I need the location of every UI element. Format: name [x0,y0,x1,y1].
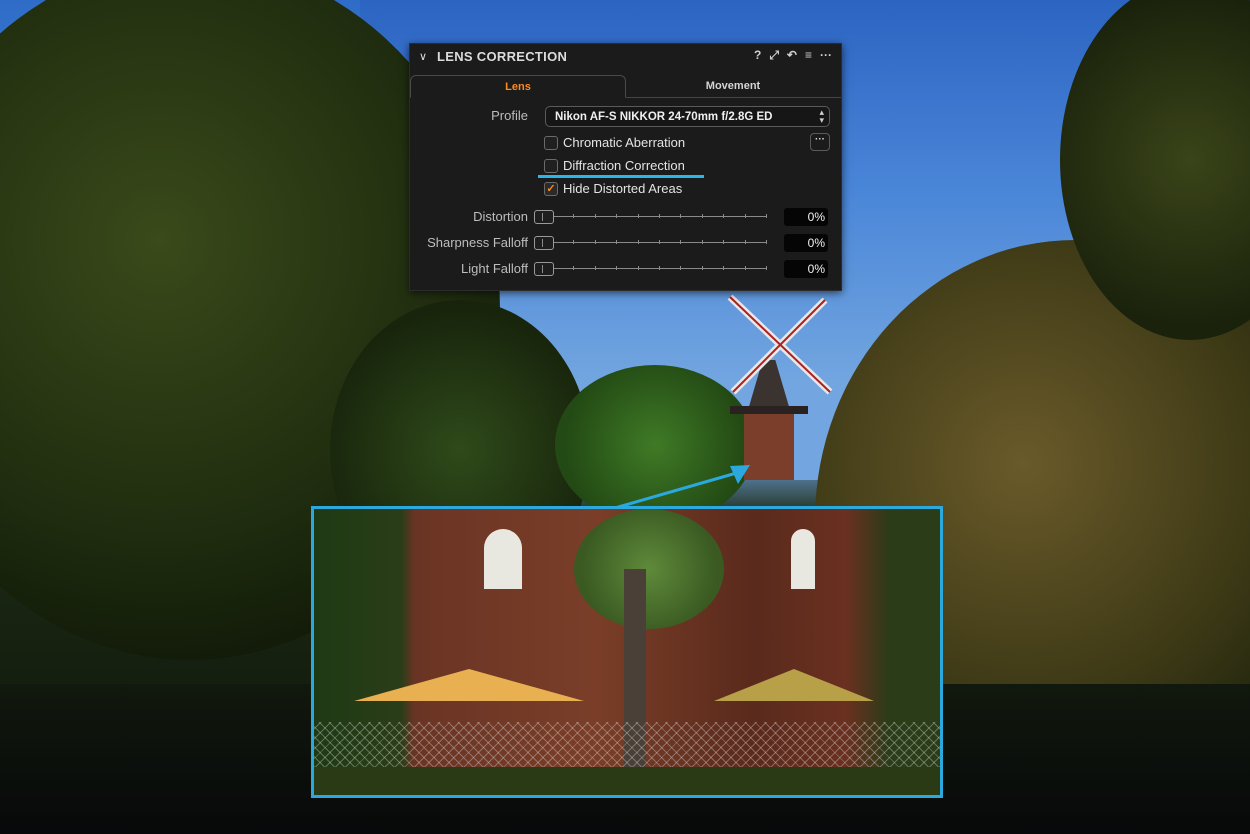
slider-tick [680,266,682,270]
sharpness-falloff-slider[interactable] [534,236,767,250]
slider-knob[interactable] [534,262,554,276]
slider-tick [744,266,746,270]
distortion-slider[interactable] [534,210,767,224]
slider-tick [637,266,639,270]
hide-distorted-areas-label: Hide Distorted Areas [563,181,683,196]
profile-value: Nikon AF-S NIKKOR 24-70mm f/2.8G ED [555,110,773,123]
slider-tick [594,214,596,218]
profile-label: Profile [491,108,528,123]
distortion-label: Distortion [473,209,528,224]
slider-tick [680,240,682,244]
slider-tick [701,266,703,270]
slider-tick [766,214,767,218]
collapse-chevron-icon[interactable]: ∨ [419,50,431,63]
sharpness-falloff-label: Sharpness Falloff [427,235,528,250]
slider-tick [573,266,575,270]
fence [314,722,940,767]
slider-tick [701,214,703,218]
grass [314,767,940,795]
slider-tick [766,266,767,270]
panel-header[interactable]: ∨ LENS CORRECTION ? ⤢ ↶ ≡ ··· [410,44,841,68]
slider-tick [744,240,746,244]
select-arrows-icon: ▴ ▾ [819,107,824,125]
more-icon[interactable]: ··· [820,48,832,63]
distortion-value[interactable]: 0% [784,208,828,226]
zoom-inset [311,506,943,798]
window [791,529,815,589]
hide-distorted-areas-checkbox[interactable]: ✓ [544,182,558,196]
panel-tools: ? ⤢ ↶ ≡ ··· [754,48,832,63]
tab-lens[interactable]: Lens [410,75,626,98]
slider-tick [594,266,596,270]
windmill-sails [727,294,833,395]
highlight-underline [538,175,704,178]
slider-tick [659,214,660,218]
panel-title: LENS CORRECTION [437,48,568,64]
slider-tick [573,240,575,244]
light-falloff-label: Light Falloff [461,261,528,276]
slider-tick [659,240,660,244]
slider-tick [680,214,682,218]
slider-tick [594,240,596,244]
slider-tick [766,240,767,244]
slider-tick [616,240,618,244]
chromatic-aberration-label: Chromatic Aberration [563,135,686,150]
tab-movement[interactable]: Movement [626,75,840,97]
slider-tick [637,240,639,244]
window [484,529,522,589]
slider-tick [573,214,575,218]
chromatic-aberration-checkbox[interactable] [544,136,558,150]
reset-icon[interactable]: ↶ [787,48,797,63]
more-options-button[interactable]: ··· [810,133,830,151]
slider-tick [659,266,660,270]
menu-icon[interactable]: ≡ [805,48,812,63]
checkmark-icon: ✓ [546,183,556,195]
light-falloff-slider[interactable] [534,262,767,276]
slider-tick [637,214,639,218]
help-icon[interactable]: ? [754,48,761,63]
sharpness-falloff-value[interactable]: 0% [784,234,828,252]
slider-tick [723,240,725,244]
light-falloff-value[interactable]: 0% [784,260,828,278]
diffraction-correction-label: Diffraction Correction [563,158,685,173]
diffraction-correction-checkbox[interactable] [544,159,558,173]
slider-tick [616,266,618,270]
slider-tick [723,214,725,218]
tree-foliage [574,509,724,629]
slider-knob[interactable] [534,236,554,250]
tab-bar: Lens Movement [410,75,841,98]
expand-icon[interactable]: ⤢ [769,48,779,63]
slider-knob[interactable] [534,210,554,224]
profile-select[interactable]: Nikon AF-S NIKKOR 24-70mm f/2.8G ED ▴ ▾ [545,106,830,127]
slider-tick [616,214,618,218]
slider-tick [701,240,703,244]
slider-tick [723,266,725,270]
slider-tick [744,214,746,218]
lens-correction-panel: ∨ LENS CORRECTION ? ⤢ ↶ ≡ ··· Lens Movem… [409,43,842,291]
